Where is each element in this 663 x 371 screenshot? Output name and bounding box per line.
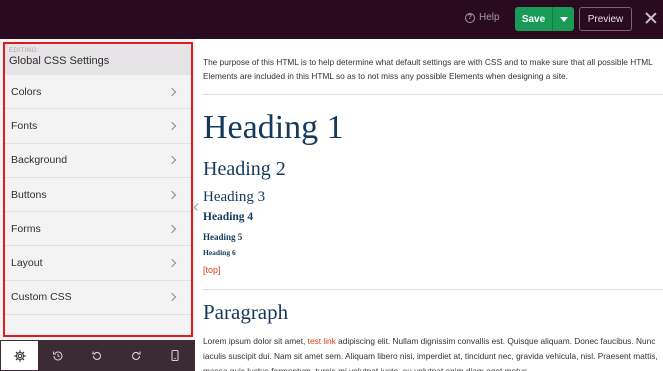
chevron-right-icon <box>167 293 177 302</box>
heading-6: Heading 6 <box>203 248 236 257</box>
help-button[interactable]: ? Help <box>465 12 500 23</box>
paragraph-text: Lorem ipsum dolor sit amet, test link ad… <box>203 334 663 371</box>
heading-3: Heading 3 <box>203 189 266 205</box>
chevron-right-icon <box>167 224 177 234</box>
intro-text: The purpose of this HTML is to help dete… <box>203 57 653 81</box>
preview-button[interactable]: Preview <box>579 7 632 31</box>
menu-item-background[interactable]: Background <box>5 144 191 178</box>
menu-item-label: Buttons <box>11 188 47 201</box>
menu-item-label: Colors <box>11 85 42 98</box>
paragraph-text-start: Lorem ipsum dolor sit amet, <box>203 336 308 346</box>
mobile-preview-button[interactable] <box>155 340 194 371</box>
menu-item-layout[interactable]: Layout <box>5 246 191 281</box>
menu-item-label: Custom CSS <box>11 291 72 304</box>
chevron-right-icon <box>167 190 177 199</box>
menu-item-label: Forms <box>11 222 41 235</box>
settings-menu: Colors Fonts Background Buttons Forms La… <box>5 75 191 316</box>
heading-1: Heading 1 <box>203 109 344 146</box>
help-label: Help <box>479 12 500 23</box>
caret-down-icon <box>559 16 568 22</box>
heading-5: Heading 5 <box>203 232 243 242</box>
divider <box>203 289 663 290</box>
menu-item-custom-css[interactable]: Custom CSS <box>5 281 191 316</box>
top-bar: ? Help Save Preview <box>0 0 663 39</box>
history-button[interactable] <box>38 340 77 371</box>
menu-item-buttons[interactable]: Buttons <box>5 178 191 213</box>
menu-item-colors[interactable]: Colors <box>5 75 191 110</box>
undo-button[interactable] <box>77 340 116 371</box>
sidebar-title: Global CSS Settings <box>9 55 110 67</box>
menu-item-label: Layout <box>11 257 43 270</box>
gear-icon <box>13 349 26 362</box>
save-button-group: Save <box>515 7 574 31</box>
chevron-right-icon <box>167 121 177 131</box>
menu-item-forms[interactable]: Forms <box>5 212 191 247</box>
sidebar-header: EDITING: Global CSS Settings <box>5 44 191 75</box>
help-icon: ? <box>465 12 475 23</box>
close-icon[interactable] <box>644 11 658 25</box>
heading-2: Heading 2 <box>203 158 286 180</box>
save-button[interactable]: Save <box>515 7 552 31</box>
chevron-right-icon <box>167 258 177 268</box>
menu-item-label: Background <box>11 154 68 167</box>
undo-icon <box>91 351 101 360</box>
redo-button[interactable] <box>116 340 155 371</box>
chevron-right-icon <box>167 155 177 165</box>
editing-label: EDITING: <box>9 47 39 54</box>
save-options-dropdown[interactable] <box>552 7 574 31</box>
top-link[interactable]: [top] <box>203 265 221 275</box>
menu-item-label: Fonts <box>11 119 38 132</box>
heading-4: Heading 4 <box>203 211 254 223</box>
mobile-preview-icon <box>170 349 179 362</box>
test-link[interactable]: test link <box>308 336 336 346</box>
bottom-toolbar <box>0 340 195 371</box>
history-icon <box>52 351 62 360</box>
menu-item-fonts[interactable]: Fonts <box>5 109 191 144</box>
paragraph-heading: Paragraph <box>203 300 289 324</box>
chevron-right-icon <box>167 87 177 96</box>
settings-button[interactable] <box>1 341 38 370</box>
redo-icon <box>131 351 141 360</box>
divider <box>203 94 663 95</box>
page-preview: The purpose of this HTML is to help dete… <box>203 39 663 371</box>
